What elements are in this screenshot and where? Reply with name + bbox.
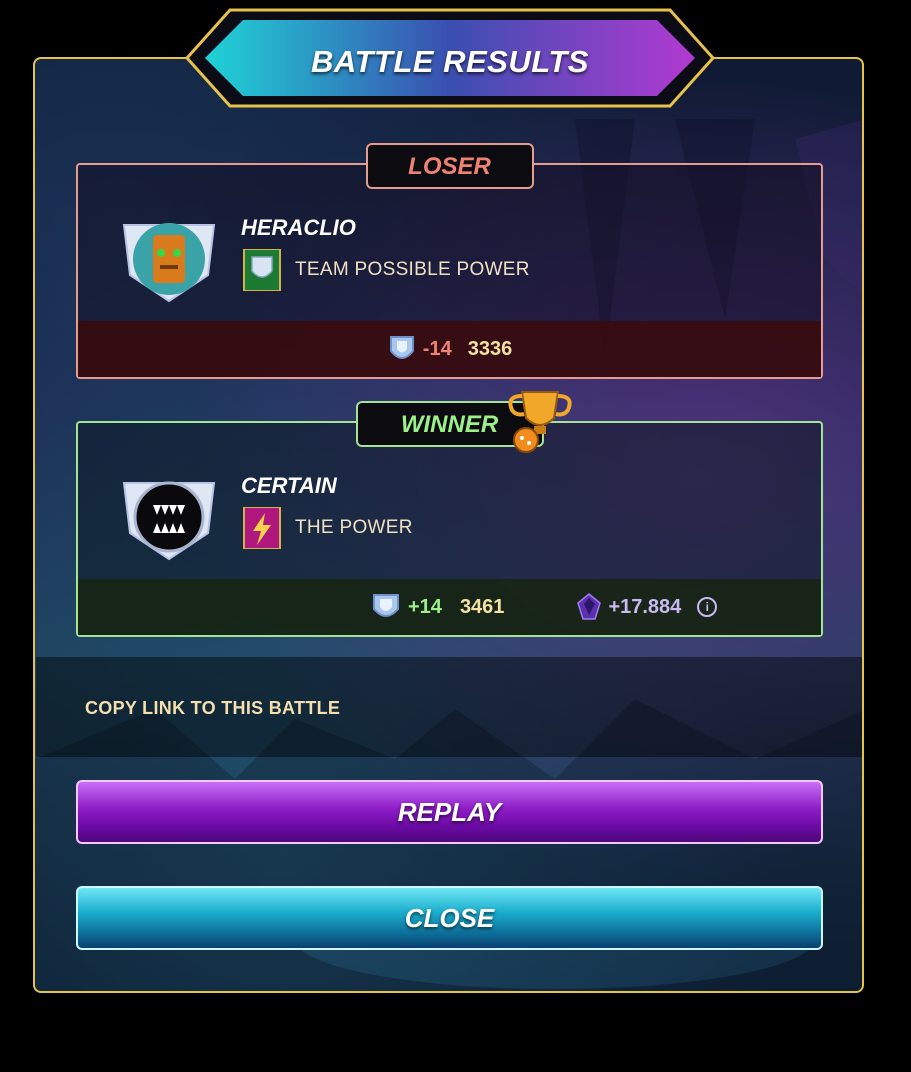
winner-guild-name: THE POWER bbox=[295, 517, 413, 538]
dark-energy-crystal-icon bbox=[577, 593, 602, 620]
loser-guild-name: TEAM POSSIBLE POWER bbox=[295, 259, 530, 280]
dialog-title: BATTLE RESULTS bbox=[311, 44, 589, 79]
replay-button[interactable]: REPLAY bbox=[76, 780, 823, 844]
winner-reward-stat: +17.884 i bbox=[576, 593, 718, 621]
loser-stats-bar: -14 3336 bbox=[78, 321, 821, 377]
winner-panel: WINNER CERTAIN THE POWER +14 3461 +17.88… bbox=[76, 401, 823, 637]
tree-stump-avatar-icon bbox=[122, 223, 216, 303]
copy-battle-link[interactable]: COPY LINK TO THIS BATTLE bbox=[85, 698, 340, 719]
monster-mouth-avatar-icon bbox=[122, 481, 216, 561]
league-shield-icon bbox=[389, 336, 414, 359]
loser-rating-value: 3336 bbox=[467, 337, 513, 360]
guild-shield-icon bbox=[241, 248, 283, 292]
winner-stats-bar: +14 3461 +17.884 i bbox=[78, 579, 821, 635]
lightning-banner-icon bbox=[241, 506, 283, 550]
winner-guild[interactable]: THE POWER bbox=[241, 506, 413, 550]
info-icon[interactable]: i bbox=[697, 597, 718, 617]
trophy-icon bbox=[508, 391, 572, 453]
loser-rating-delta: -14 bbox=[422, 337, 452, 360]
loser-guild[interactable]: TEAM POSSIBLE POWER bbox=[241, 248, 530, 292]
league-shield-icon bbox=[373, 594, 399, 617]
loser-player-name[interactable]: HERACLIO bbox=[241, 215, 356, 241]
winner-rating-value: 3461 bbox=[459, 595, 505, 618]
loser-tag: LOSER bbox=[365, 143, 534, 189]
winner-avatar[interactable] bbox=[120, 471, 218, 561]
loser-rating-stat: -14 3336 bbox=[387, 333, 512, 365]
close-button[interactable]: CLOSE bbox=[76, 886, 823, 950]
winner-player-name[interactable]: CERTAIN bbox=[241, 473, 337, 499]
winner-rating-stat: +14 3461 bbox=[370, 591, 504, 623]
winner-rating-delta: +14 bbox=[408, 595, 442, 618]
loser-avatar[interactable] bbox=[120, 213, 218, 303]
loser-panel: LOSER HERACLIO TEAM POSSIBLE POWER -14 3… bbox=[76, 143, 823, 379]
winner-reward-value: +17.884 bbox=[608, 595, 682, 618]
title-banner: BATTLE RESULTS bbox=[185, 8, 715, 108]
